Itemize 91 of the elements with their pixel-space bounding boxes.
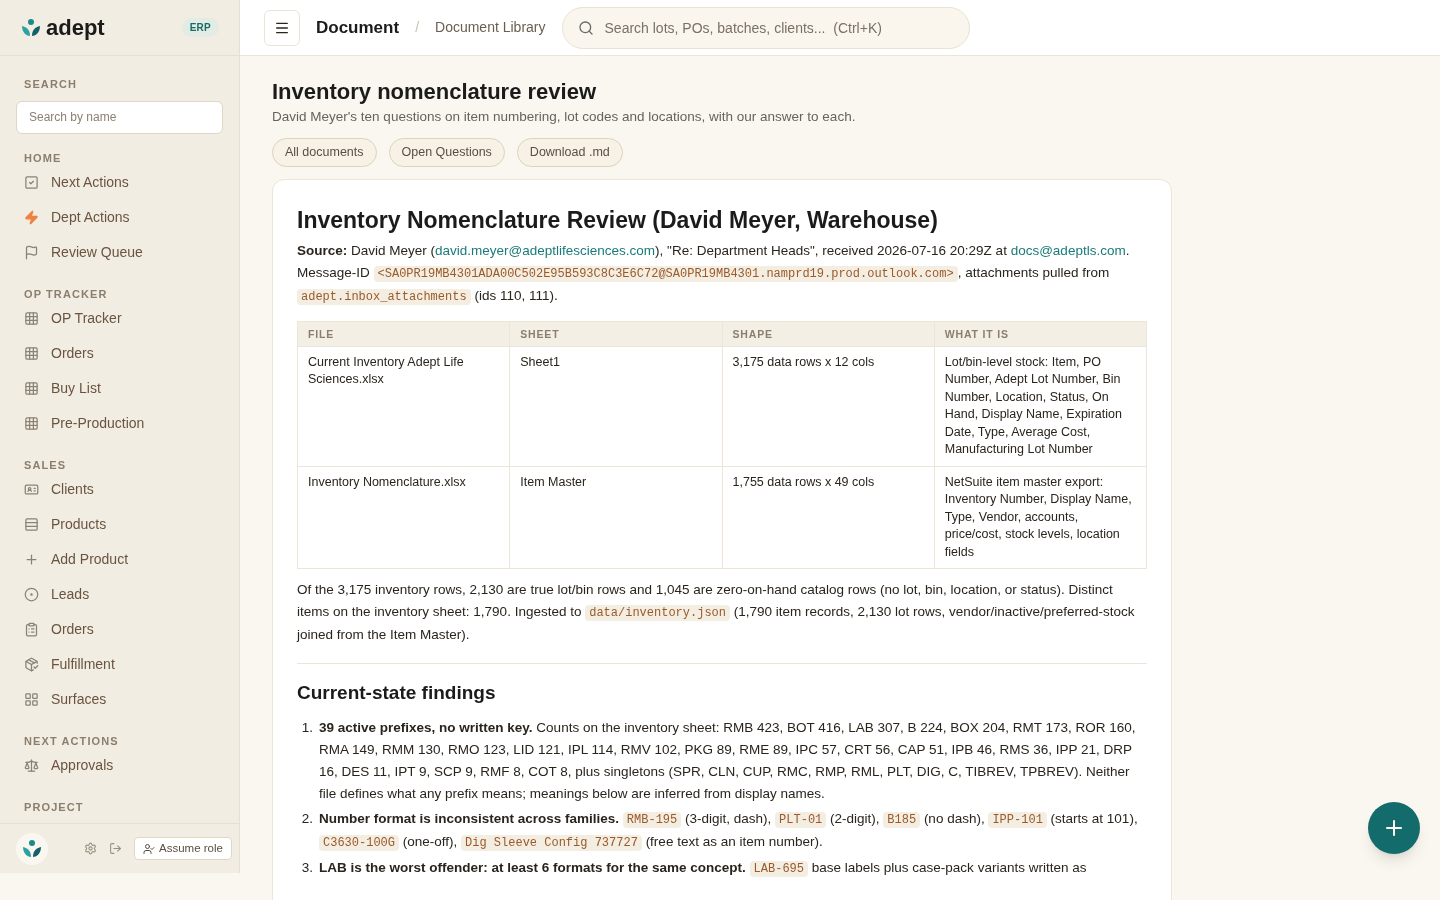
section-heading: PROJECT [23, 799, 85, 814]
logout-icon[interactable] [109, 842, 122, 855]
section-heading: SALES [23, 457, 68, 472]
table-cell: Item Master [509, 466, 722, 569]
grid-icon [24, 380, 39, 396]
nav-item[interactable]: Add Product [16, 541, 223, 577]
table-cell: 3,175 data rows x 12 cols [722, 346, 935, 466]
finding-text: 39 active prefixes, no written key. Counts on the inventory sheet: RMB 423, BOT 416, LAB 307, B 224, BOX 204, RMT 173, ROR 160, RMA 149, RMM 130, RMO 123, LID 121, IPL 114, RMV 102, PKG 89, RME 89, IPC 57, CRT 56, CAP 51, IPB 46, RMS 36, IPP 21, DRP 16, DES 11, IPT 9, SCP 9, RMF 8, COT 8, plus singletons (SPR, CLN, CUP, RMC, RMP, RML, PLT, DIG, C, TIBREV, TPBREV). Neither file defines what any prefix means; meanings below are inferred from display names. [319, 718, 1137, 803]
erp-badge: ERP [181, 18, 219, 37]
inline-code: adept.inbox_attachments [297, 289, 471, 305]
target-icon [24, 586, 39, 602]
nav-item[interactable]: Next Actions [16, 164, 223, 200]
inline-code: data/inventory.json [585, 604, 730, 621]
grid-icon [24, 691, 39, 707]
inline-code: IPP-101 [988, 811, 1047, 828]
breadcrumb-separator: / [415, 18, 419, 37]
user-check-icon [143, 842, 155, 855]
finding-text: LAB is the worst offender: at least 6 formats for the same concept. LAB-695 base labels plus case-pack variants written as [319, 858, 1087, 879]
section-heading: OP TRACKER [23, 286, 109, 301]
lightning-icon [24, 209, 39, 225]
table-cell: Sheet1 [509, 346, 722, 466]
list-icon [24, 516, 39, 532]
source-paragraph: Source: David Meyer (david.meyer@adeptlifesciences.com), "Re: Department Heads", received 2026-07-16 20:29Z at docs@adeptls.com. Message-ID <SA0PR19MB4301ADA00C502E95B593C8C3E6C72@SA0PR19MB4301.namprd19.prod.outlook.com> , attachments pulled from adept.inbox_attachments (ids 110, 111). [297, 242, 1131, 307]
inline-code: B185 [883, 811, 921, 828]
column-header: SHEET [509, 321, 722, 346]
assume-role-button[interactable]: Assume role [134, 837, 232, 860]
list-number: 1. [300, 718, 313, 737]
grid-icon [24, 345, 39, 361]
inline-code: Dig Sleeve Config 737727 [461, 834, 642, 851]
plus-icon [24, 551, 39, 567]
box-icon [24, 656, 39, 672]
nav-item[interactable]: Clients [16, 471, 223, 507]
table-cell: NetSuite item master export: Inventory Number, Display Name, Type, Vendor, accounts, price/cost, stock levels, location fields [934, 466, 1147, 569]
nav-item[interactable]: Buy List [16, 370, 223, 406]
nav-item[interactable]: Review Queue [16, 234, 223, 270]
list-number: 3. [300, 858, 313, 877]
nav-item[interactable]: Surfaces [16, 681, 223, 717]
nav-item[interactable]: OP Tracker [16, 300, 223, 336]
leaf-logo-icon [21, 838, 43, 859]
nav-item[interactable]: Products [16, 506, 223, 542]
table-cell: Lot/bin-level stock: Item, PO Number, Adept Lot Number, Bin Number, Location, Status, On Hand, Display Name, Expiration Date, Type, Average Cost, Manufacturing Lot Number [934, 346, 1147, 466]
add-button[interactable] [1368, 802, 1420, 854]
page-title: Inventory nomenclature review [272, 78, 597, 106]
document-action-button[interactable]: Download .md [516, 138, 623, 167]
section-title: Current-state findings [297, 680, 497, 705]
checkbox-icon [24, 174, 39, 190]
breadcrumb-link[interactable]: Document [316, 14, 400, 41]
email-link[interactable]: david.meyer@adeptlifesciences.com [435, 243, 656, 258]
nav-item[interactable]: Approvals [16, 747, 223, 783]
nav-item[interactable]: Dept Actions [16, 199, 223, 235]
inline-code: C3630-100G [319, 834, 399, 851]
inline-code: RMB-195 [622, 811, 682, 828]
id-card-icon [24, 481, 39, 497]
global-search-field[interactable]: Search lots, POs, batches, clients... (Ctrl+K) [561, 6, 970, 49]
avatar[interactable] [16, 832, 48, 865]
section-heading: SEARCH [23, 77, 79, 92]
clipboard-icon [24, 621, 39, 637]
search-icon [577, 19, 594, 36]
section-heading: HOME [23, 150, 63, 165]
grid-icon [24, 310, 39, 326]
leaf-logo-icon [20, 17, 42, 38]
scale-icon [24, 757, 39, 773]
breadcrumb-link[interactable]: Document Library [435, 17, 546, 38]
email-link[interactable]: docs@adeptls.com [1010, 243, 1126, 258]
summary-paragraph: Of the 3,175 inventory rows, 2,130 are true lot/bin rows and 1,045 are zero-on-hand catalog rows (no lot, bin, location, or status). Distinct items on the inventory sheet: 1,790. Ingested to data/inventory.json (1,790 item records, 2,130 lot rows, vendor/inactive/preferred-stock joined from the Item Master). [297, 581, 1136, 644]
document-action-button[interactable]: Open Questions [388, 138, 505, 167]
section-heading: NEXT ACTIONS [23, 733, 120, 748]
inline-code: LAB-695 [749, 860, 809, 877]
column-header: FILE [297, 321, 510, 346]
document-action-button[interactable]: All documents [272, 138, 377, 167]
column-header: WHAT IT IS [934, 321, 1147, 346]
nav-item[interactable]: Orders [16, 611, 223, 647]
page-subtitle: David Meyer's ten questions on item numbering, lot codes and locations, with our answer to each. [272, 108, 857, 126]
nav-item[interactable]: Fulfillment [16, 646, 223, 682]
nav-item[interactable]: Pre-Production [16, 405, 223, 441]
table-cell: Inventory Nomenclature.xlsx [297, 466, 510, 569]
table-cell: 1,755 data rows x 49 cols [722, 466, 935, 569]
nav-item[interactable]: Orders [16, 335, 223, 371]
document-title: Inventory Nomenclature Review (David Meyer, Warehouse) [297, 206, 939, 234]
grid-icon [24, 415, 39, 431]
menu-button[interactable] [264, 9, 300, 46]
flag-icon [24, 244, 39, 260]
inline-code: PLT-01 [775, 811, 827, 828]
list-number: 2. [300, 809, 313, 828]
search-field[interactable]: Search by name [16, 100, 223, 134]
finding-text: Number format is inconsistent across families. RMB-195 (3-digit, dash), PLT-01 (2-digit), B185 (no dash), IPP-101 (starts at 101), C3630-100G (one-off), Dig Sleeve Config 737727 (free text as an item number). [319, 809, 1139, 853]
nav-item[interactable]: Leads [16, 576, 223, 612]
logo-text: adept [46, 16, 105, 39]
column-header: SHAPE [722, 321, 935, 346]
inline-code: <SA0PR19MB4301ADA00C502E95B593C8C3E6C72@SA0PR19MB4301.namprd19.prod.outlook.com> [373, 265, 958, 282]
table-cell: Current Inventory Adept Life Sciences.xlsx [297, 346, 510, 466]
